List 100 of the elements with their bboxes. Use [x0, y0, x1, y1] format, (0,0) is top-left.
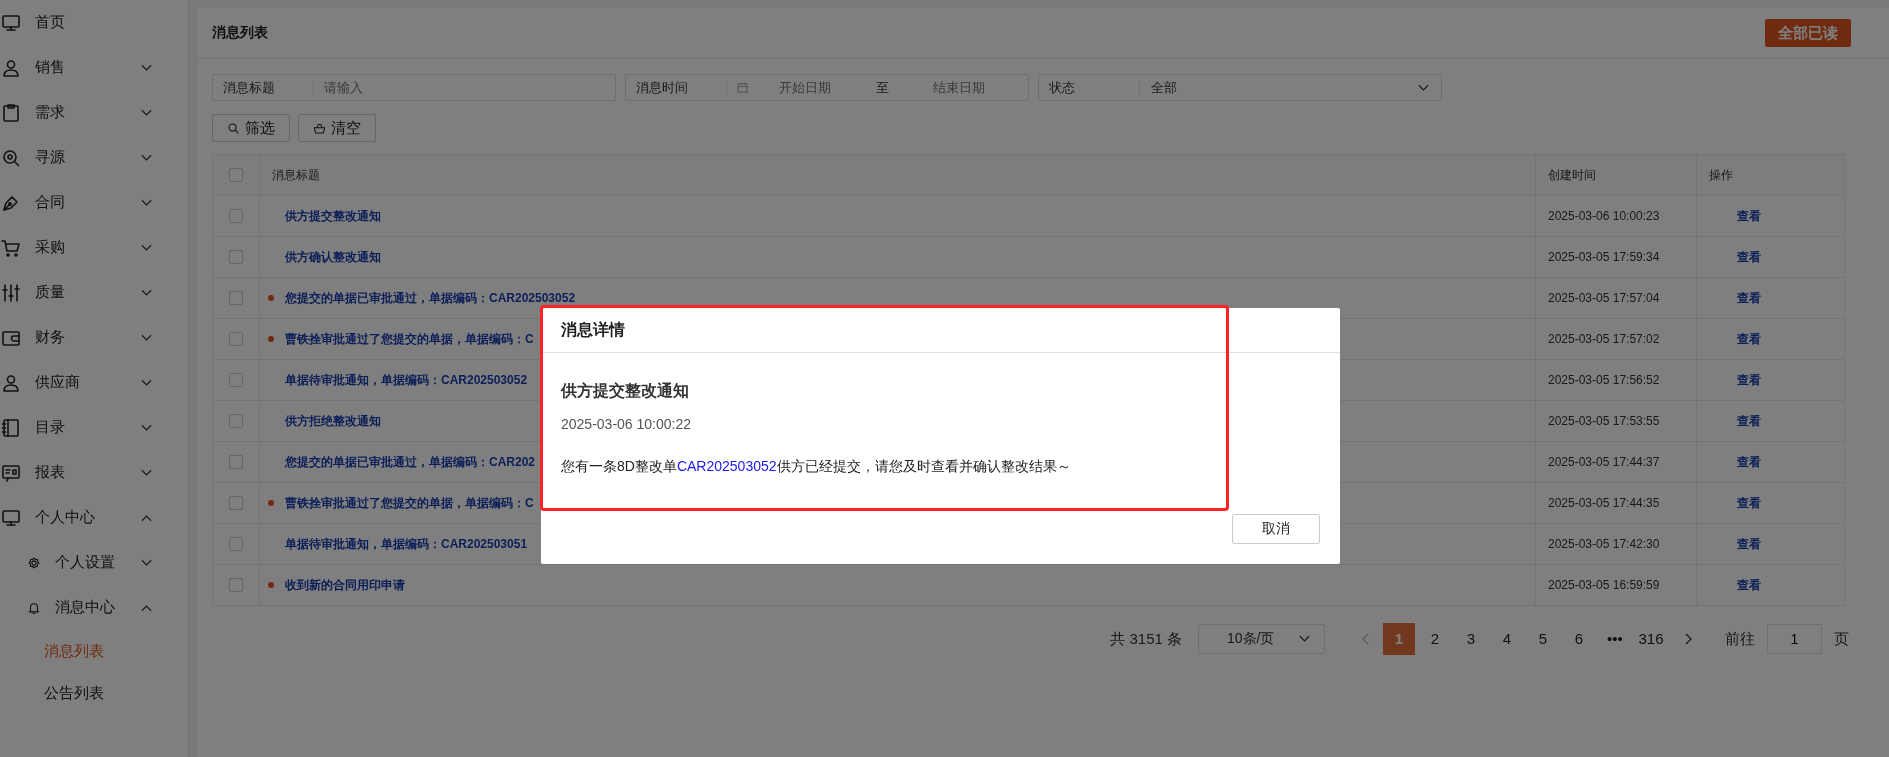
nav-item[interactable]: 个人设置 [0, 540, 188, 585]
total-count: 共 3151 条 [1110, 629, 1182, 649]
page-number[interactable]: ••• [1599, 623, 1631, 655]
column-header: 操作 [1709, 166, 1733, 184]
checkbox[interactable] [229, 455, 243, 469]
view-link[interactable]: 查看 [1737, 330, 1761, 348]
cancel-button[interactable]: 取消 [1232, 514, 1320, 544]
message-time: 2025-03-06 10:00:22 [561, 416, 692, 432]
message-body: 您有一条8D整改单CAR202503052供方已经提交，请您及时查看并确认整改结果～ [561, 458, 1072, 476]
nav-item[interactable]: 个人中心 [0, 495, 188, 540]
nav-item[interactable]: 采购 [0, 225, 188, 270]
nav-item[interactable]: 目录 [0, 405, 188, 450]
nav-item[interactable]: 寻源 [0, 135, 188, 180]
column-header: 创建时间 [1548, 166, 1596, 184]
table-cell: 2025-03-05 17:56:52 [1548, 373, 1660, 387]
basket-icon [313, 121, 326, 135]
nav-item[interactable]: 供应商 [0, 360, 188, 405]
message-link[interactable]: 曹铁拴审批通过了您提交的单据，单据编码：C [285, 330, 534, 348]
filter-button[interactable]: 筛选 [212, 114, 290, 142]
person-icon [1, 372, 21, 393]
view-link[interactable]: 查看 [1737, 371, 1761, 389]
message-link[interactable]: 供方拒绝整改通知 [285, 412, 381, 430]
column-header: 消息标题 [272, 166, 320, 184]
chevron-left-icon[interactable] [1361, 633, 1369, 645]
view-link[interactable]: 查看 [1737, 412, 1761, 430]
chevron-down-icon [1299, 635, 1310, 643]
book-icon [1, 417, 21, 438]
goto-label: 前往 [1725, 629, 1755, 649]
page-number[interactable]: 2 [1419, 623, 1451, 655]
view-link[interactable]: 查看 [1737, 494, 1761, 512]
page-number[interactable]: 316 [1635, 623, 1667, 655]
message-link[interactable]: 单据待审批通知，单据编码：CAR202503051 [285, 535, 528, 553]
page-title: 消息列表 [212, 24, 268, 42]
checkbox[interactable] [229, 291, 243, 305]
nav-item[interactable]: 财务 [0, 315, 188, 360]
page-number[interactable]: 6 [1563, 623, 1595, 655]
clipboard-icon [1, 102, 21, 123]
clear-button[interactable]: 清空 [298, 114, 376, 142]
view-link[interactable]: 查看 [1737, 207, 1761, 225]
checkbox[interactable] [229, 496, 243, 510]
nav-item[interactable]: 需求 [0, 90, 188, 135]
table-cell: 2025-03-05 17:57:04 [1548, 291, 1660, 305]
checkbox[interactable] [229, 332, 243, 346]
page-number[interactable]: 5 [1527, 623, 1559, 655]
mark-all-read-button[interactable]: 全部已读 [1765, 19, 1851, 47]
nav-item[interactable]: 消息中心 [0, 585, 188, 630]
end-date-input[interactable]: 结束日期 [902, 79, 1016, 96]
date-range-field[interactable]: 消息时间 开始日期 至 结束日期 [625, 74, 1029, 101]
title-filter-field[interactable]: 消息标题 请输入 [212, 74, 616, 101]
gear-icon [27, 555, 41, 570]
page-size-select[interactable]: 10条/页 [1198, 624, 1325, 654]
nav-item[interactable]: 首页 [0, 0, 188, 45]
message-link[interactable]: 供方确认整改通知 [285, 248, 381, 266]
table-cell: 2025-03-05 17:44:35 [1548, 496, 1660, 510]
range-separator: 至 [874, 78, 890, 97]
calendar-icon [737, 82, 748, 93]
dialog-title: 消息详情 [561, 319, 625, 340]
chevron-right-icon[interactable] [1685, 633, 1693, 645]
checkbox[interactable] [229, 414, 243, 428]
message-link[interactable]: 单据待审批通知，单据编码：CAR202503052 [285, 371, 528, 389]
message-link[interactable]: 供方提交整改通知 [285, 207, 381, 225]
view-link[interactable]: 查看 [1737, 535, 1761, 553]
nav-item[interactable]: 消息列表 [0, 630, 188, 672]
bell-icon [27, 600, 41, 615]
checkbox[interactable] [229, 209, 243, 223]
checkbox[interactable] [229, 578, 243, 592]
sliders-icon [1, 282, 21, 303]
chevron-down-icon [1418, 83, 1429, 92]
message-link[interactable]: 您提交的单据已审批通过，单据编码：CAR202 [285, 453, 536, 471]
nav-item[interactable]: 质量 [0, 270, 188, 315]
magnifier-icon [1, 147, 21, 168]
start-date-input[interactable]: 开始日期 [748, 79, 862, 96]
title-input[interactable]: 请输入 [314, 79, 615, 96]
page-number[interactable]: 3 [1455, 623, 1487, 655]
nav-item[interactable]: 合同 [0, 180, 188, 225]
cart-icon [1, 237, 21, 258]
checkbox[interactable] [229, 168, 243, 182]
page-input[interactable]: 1 [1767, 624, 1822, 654]
monitor-icon [1, 507, 21, 528]
checkbox[interactable] [229, 373, 243, 387]
message-title: 供方提交整改通知 [561, 381, 690, 401]
order-link[interactable]: CAR202503052 [676, 458, 777, 474]
message-link[interactable]: 收到新的合同用印申请 [285, 576, 405, 594]
table-cell: 2025-03-05 17:44:37 [1548, 455, 1660, 469]
page-number[interactable]: 4 [1491, 623, 1523, 655]
monitor-icon [1, 12, 21, 33]
view-link[interactable]: 查看 [1737, 289, 1761, 307]
checkbox[interactable] [229, 537, 243, 551]
view-link[interactable]: 查看 [1737, 453, 1761, 471]
table-cell: 2025-03-05 16:59:59 [1548, 578, 1660, 592]
status-select[interactable]: 状态 全部 [1038, 74, 1442, 101]
nav-item[interactable]: 公告列表 [0, 672, 188, 714]
message-link[interactable]: 曹铁拴审批通过了您提交的单据，单据编码：C [285, 494, 534, 512]
nav-item[interactable]: 销售 [0, 45, 188, 90]
message-link[interactable]: 您提交的单据已审批通过，单据编码：CAR202503052 [285, 289, 576, 307]
view-link[interactable]: 查看 [1737, 248, 1761, 266]
view-link[interactable]: 查看 [1737, 576, 1761, 594]
checkbox[interactable] [229, 250, 243, 264]
table-cell: 2025-03-06 10:00:23 [1548, 209, 1660, 223]
nav-item[interactable]: 报表 [0, 450, 188, 495]
